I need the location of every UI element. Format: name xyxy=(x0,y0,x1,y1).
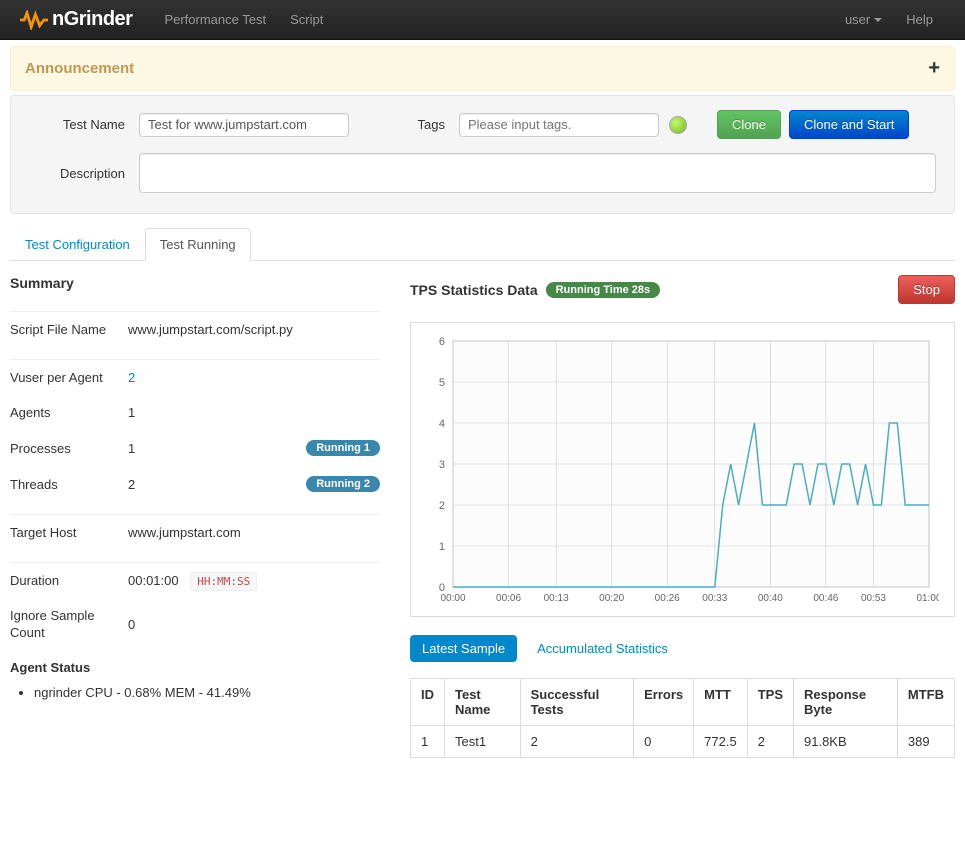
table-header-cell: MTFB xyxy=(897,679,954,726)
description-label: Description xyxy=(29,166,139,181)
vuser-value[interactable]: 2 xyxy=(128,370,380,385)
table-header-cell: MTT xyxy=(694,679,748,726)
announcement-title: Announcement xyxy=(25,60,134,77)
tps-chart: 012345600:0000:0600:1300:2000:2600:3300:… xyxy=(410,322,955,617)
table-row: 1Test120772.5291.8KB389 xyxy=(411,726,955,758)
ignore-sample-label: Ignore Sample Count xyxy=(10,608,128,642)
svg-text:4: 4 xyxy=(439,418,445,430)
svg-text:1: 1 xyxy=(439,541,445,553)
table-header-row: IDTest NameSuccessful TestsErrorsMTTTPSR… xyxy=(411,679,955,726)
table-cell: 0 xyxy=(634,726,694,758)
svg-text:00:00: 00:00 xyxy=(440,593,465,604)
agents-label: Agents xyxy=(10,405,128,420)
tab-accumulated-stats[interactable]: Accumulated Statistics xyxy=(525,635,680,662)
svg-text:00:13: 00:13 xyxy=(544,593,569,604)
target-host-label: Target Host xyxy=(10,525,128,540)
nav-performance-test[interactable]: Performance Test xyxy=(152,12,278,27)
table-cell: 389 xyxy=(897,726,954,758)
threads-value: 2 xyxy=(128,477,135,492)
ignore-sample-value: 0 xyxy=(128,617,380,632)
announcement-bar: Announcement + xyxy=(10,46,955,91)
duration-value: 00:01:00 xyxy=(128,573,179,588)
stop-button[interactable]: Stop xyxy=(898,275,955,304)
navbar: nGrinder Performance Test Script user He… xyxy=(0,0,965,40)
brand-logo[interactable]: nGrinder xyxy=(20,8,132,31)
script-file-label: Script File Name xyxy=(10,322,128,337)
tps-chart-svg: 012345600:0000:0600:1300:2000:2600:3300:… xyxy=(419,331,939,611)
test-name-label: Test Name xyxy=(29,117,139,132)
caret-down-icon xyxy=(874,18,882,22)
nav-script[interactable]: Script xyxy=(278,12,335,27)
processes-value: 1 xyxy=(128,441,135,456)
table-header-cell: TPS xyxy=(747,679,793,726)
table-cell: 1 xyxy=(411,726,445,758)
table-cell: 2 xyxy=(747,726,793,758)
tab-test-running[interactable]: Test Running xyxy=(145,228,251,261)
wave-icon xyxy=(20,10,48,30)
agents-value: 1 xyxy=(128,405,380,420)
test-name-input[interactable] xyxy=(139,113,349,137)
tags-label: Tags xyxy=(409,117,459,132)
agent-status-item: ngrinder CPU - 0.68% MEM - 41.49% xyxy=(34,685,380,700)
tps-stats-title: TPS Statistics Data xyxy=(410,282,538,298)
table-header-cell: Response Byte xyxy=(794,679,898,726)
announcement-add-icon[interactable]: + xyxy=(928,57,940,80)
vuser-label: Vuser per Agent xyxy=(10,370,128,385)
clone-button[interactable]: Clone xyxy=(717,110,781,139)
processes-label: Processes xyxy=(10,441,128,456)
threads-running-badge: Running 2 xyxy=(306,476,380,492)
svg-text:5: 5 xyxy=(439,377,445,389)
sample-table: IDTest NameSuccessful TestsErrorsMTTTPSR… xyxy=(410,678,955,758)
table-header-cell: Errors xyxy=(634,679,694,726)
svg-text:00:26: 00:26 xyxy=(655,593,680,604)
table-header-cell: Successful Tests xyxy=(520,679,634,726)
nav-help[interactable]: Help xyxy=(894,12,945,27)
svg-text:6: 6 xyxy=(439,336,445,348)
summary-title: Summary xyxy=(10,275,380,291)
brand-text: nGrinder xyxy=(52,8,132,31)
clone-and-start-button[interactable]: Clone and Start xyxy=(789,110,909,139)
processes-running-badge: Running 1 xyxy=(306,440,380,456)
svg-text:00:06: 00:06 xyxy=(496,593,521,604)
table-header-cell: ID xyxy=(411,679,445,726)
agent-status-title: Agent Status xyxy=(10,660,380,675)
tab-latest-sample[interactable]: Latest Sample xyxy=(410,635,517,662)
script-file-value: www.jumpstart.com/script.py xyxy=(128,322,380,337)
duration-format-badge: HH:MM:SS xyxy=(190,572,257,591)
tags-input[interactable] xyxy=(459,113,659,137)
tab-test-configuration[interactable]: Test Configuration xyxy=(10,228,145,261)
svg-text:00:46: 00:46 xyxy=(813,593,838,604)
svg-text:3: 3 xyxy=(439,459,445,471)
nav-user-menu[interactable]: user xyxy=(833,12,894,27)
status-indicator-icon xyxy=(669,116,687,134)
svg-text:00:40: 00:40 xyxy=(758,593,783,604)
svg-text:00:33: 00:33 xyxy=(702,593,727,604)
table-header-cell: Test Name xyxy=(445,679,521,726)
svg-text:00:53: 00:53 xyxy=(861,593,886,604)
duration-label: Duration xyxy=(10,573,128,588)
table-cell: 772.5 xyxy=(694,726,748,758)
svg-text:01:00: 01:00 xyxy=(916,593,939,604)
description-input[interactable] xyxy=(139,153,936,193)
nav-user-label: user xyxy=(845,12,870,27)
svg-text:2: 2 xyxy=(439,500,445,512)
threads-label: Threads xyxy=(10,477,128,492)
table-cell: 91.8KB xyxy=(794,726,898,758)
table-cell: Test1 xyxy=(445,726,521,758)
table-cell: 2 xyxy=(520,726,634,758)
running-time-badge: Running Time 28s xyxy=(546,282,661,298)
svg-text:00:20: 00:20 xyxy=(599,593,624,604)
main-tabs: Test Configuration Test Running xyxy=(10,228,955,261)
target-host-value: www.jumpstart.com xyxy=(128,525,380,540)
test-header-form: Test Name Tags Clone Clone and Start Des… xyxy=(10,95,955,214)
